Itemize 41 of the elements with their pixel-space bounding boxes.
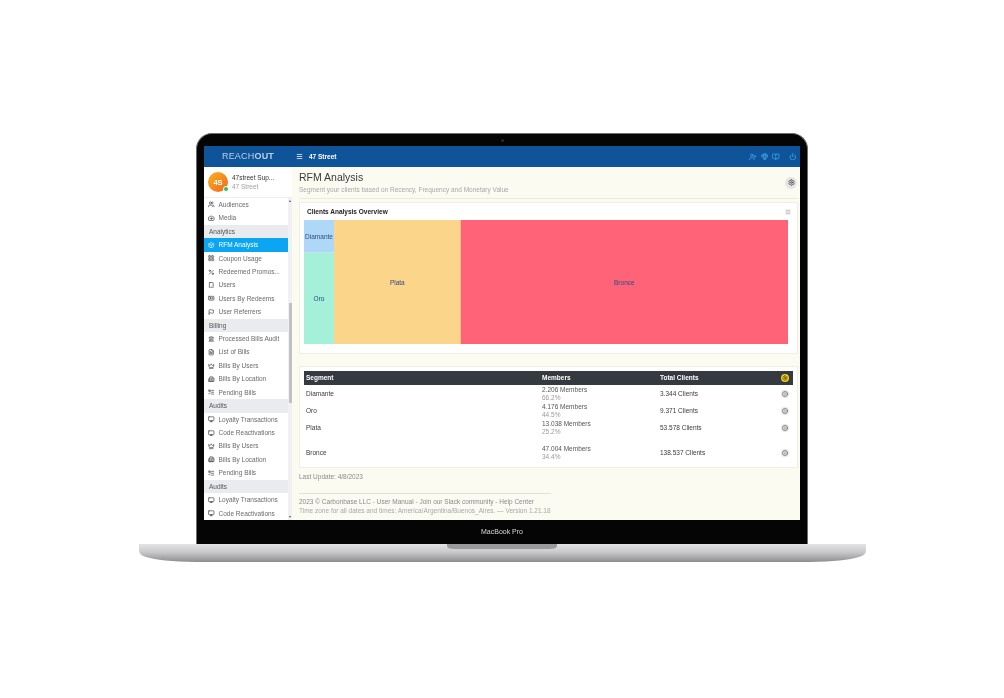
cube-icon xyxy=(208,241,215,249)
landmark-icon xyxy=(208,335,215,343)
book-icon[interactable] xyxy=(772,152,780,161)
info-icon xyxy=(781,407,788,414)
gear-icon xyxy=(781,375,788,381)
crown-icon xyxy=(208,443,215,450)
building-icon xyxy=(208,456,215,463)
flag-icon xyxy=(208,308,215,316)
table-settings-button[interactable] xyxy=(780,374,789,382)
crown-icon xyxy=(208,362,215,369)
info-icon xyxy=(781,424,788,431)
percent-icon xyxy=(208,268,215,276)
monitor-icon xyxy=(208,416,215,423)
menu-icon[interactable] xyxy=(296,153,303,160)
info-button[interactable] xyxy=(780,406,789,415)
info-button[interactable] xyxy=(780,448,789,457)
info-icon xyxy=(781,390,788,397)
page-title: RFM Analysis xyxy=(299,171,365,184)
checklist-icon xyxy=(208,469,215,477)
monitor-icon xyxy=(208,496,215,504)
info-icon xyxy=(781,449,788,456)
building-icon xyxy=(208,375,215,383)
scrollbar[interactable] xyxy=(288,198,292,520)
monitor-icon xyxy=(208,510,215,517)
info-button[interactable] xyxy=(780,423,789,432)
settings-button[interactable] xyxy=(785,176,797,189)
add-user-icon[interactable] xyxy=(749,152,757,161)
camera-icon xyxy=(208,214,215,222)
settings-icon xyxy=(787,179,795,186)
gem-icon[interactable] xyxy=(760,152,768,161)
checklist-icon xyxy=(208,389,215,396)
document-icon xyxy=(208,349,215,356)
power-icon[interactable] xyxy=(788,152,796,161)
phone-icon xyxy=(208,282,215,289)
logo[interactable]: REACHOUT xyxy=(221,151,275,162)
id-card-icon xyxy=(208,295,215,302)
grid-icon xyxy=(208,255,215,262)
info-button[interactable] xyxy=(780,389,789,398)
users-icon xyxy=(208,201,215,208)
camera-lens-icon xyxy=(500,139,504,142)
monitor-icon xyxy=(208,429,215,437)
